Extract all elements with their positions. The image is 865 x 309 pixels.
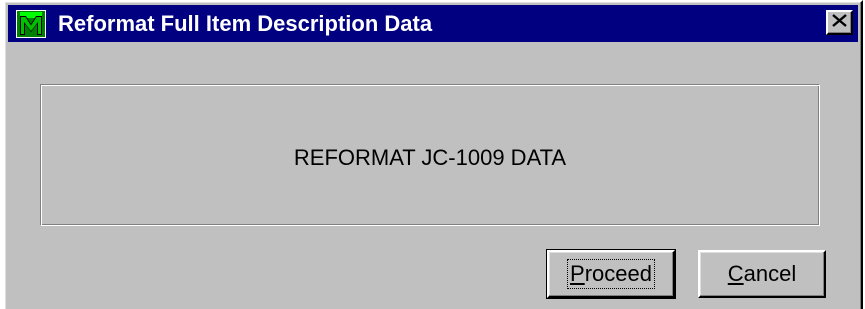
close-button[interactable]: [826, 10, 853, 35]
cancel-label-rest: ancel: [743, 261, 797, 286]
title-bar[interactable]: Reformat Full Item Description Data: [8, 5, 858, 42]
cancel-mnemonic: C: [727, 261, 744, 286]
dialog-window: Reformat Full Item Description Data REFO…: [3, 0, 863, 309]
cancel-label: Cancel: [728, 261, 796, 287]
proceed-mnemonic: P: [570, 261, 585, 286]
message-text: REFORMAT JC-1009 DATA: [293, 145, 567, 170]
proceed-label-rest: roceed: [584, 261, 652, 286]
close-icon: [832, 13, 847, 32]
proceed-button[interactable]: Proceed: [546, 249, 676, 299]
message-panel: REFORMAT JC-1009 DATA: [40, 84, 820, 226]
cancel-button[interactable]: Cancel: [698, 250, 826, 298]
window-title: Reformat Full Item Description Data: [58, 11, 433, 36]
app-m-icon[interactable]: [16, 10, 46, 38]
proceed-label: Proceed: [567, 259, 655, 289]
